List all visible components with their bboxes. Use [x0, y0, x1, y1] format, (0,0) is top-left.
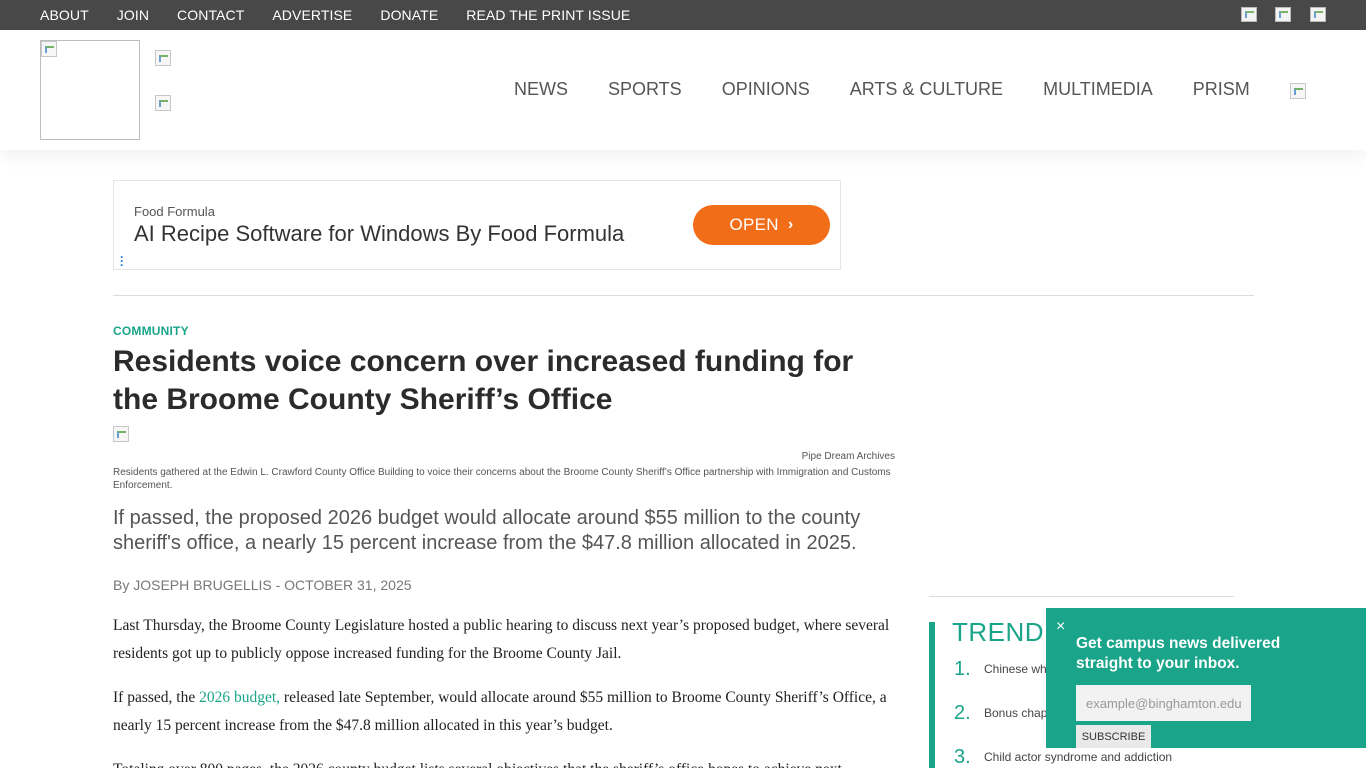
article-paragraph: Totaling over 800 pages, the 2026 county…	[113, 756, 903, 768]
trending-title[interactable]: Child actor syndrome and addiction	[984, 746, 1172, 768]
article-section-label[interactable]: COMMUNITY	[113, 324, 189, 338]
trending-number: 1.	[954, 658, 971, 680]
advertise-link[interactable]: ADVERTISE	[272, 7, 352, 23]
trending-item[interactable]: 3. Child actor syndrome and addiction	[954, 746, 1184, 768]
article-subheadline: If passed, the proposed 2026 budget woul…	[113, 507, 861, 554]
newsletter-popup: × Get campus news delivered straight to …	[1046, 608, 1366, 748]
search-icon[interactable]	[1290, 83, 1306, 99]
article-headline: Residents voice concern over increased f…	[113, 345, 854, 416]
sidebar-divider	[929, 596, 1234, 597]
ad-open-button[interactable]: OPEN ›	[693, 205, 830, 245]
contact-link[interactable]: CONTACT	[177, 7, 244, 23]
subscribe-button[interactable]: SUBSCRIBE	[1076, 725, 1151, 748]
nav-sports[interactable]: SPORTS	[608, 79, 682, 100]
email-field[interactable]	[1076, 685, 1251, 721]
advertisement-banner[interactable]: Food Formula AI Recipe Software for Wind…	[113, 180, 841, 271]
paragraph-text: If passed, the	[113, 689, 200, 706]
trending-number: 2.	[954, 702, 971, 724]
ad-headline[interactable]: AI Recipe Software for Windows By Food F…	[134, 221, 624, 247]
photo-caption: Residents gathered at the Edwin L. Crawf…	[113, 467, 891, 491]
join-link[interactable]: JOIN	[117, 7, 149, 23]
twitter-icon[interactable]	[1275, 7, 1291, 22]
budget-link[interactable]: 2026 budget,	[199, 689, 280, 706]
tagline-image-icon[interactable]	[155, 95, 171, 111]
ad-open-label: OPEN	[729, 215, 779, 234]
article-paragraph: Last Thursday, the Broome County Legisla…	[113, 617, 890, 662]
featured-image-icon[interactable]	[113, 426, 129, 442]
main-navigation: NEWS SPORTS OPINIONS ARTS & CULTURE MULT…	[514, 79, 1290, 100]
trending-accent-bar	[929, 622, 935, 768]
instagram-icon[interactable]	[1310, 7, 1326, 22]
site-header: NEWS SPORTS OPINIONS ARTS & CULTURE MULT…	[0, 30, 1366, 150]
nav-multimedia[interactable]: MULTIMEDIA	[1043, 79, 1153, 100]
trending-number: 3.	[954, 746, 971, 768]
top-utility-bar: ABOUT JOIN CONTACT ADVERTISE DONATE READ…	[0, 0, 1366, 30]
nav-prism[interactable]: PRISM	[1193, 79, 1250, 100]
article-byline: By JOSEPH BRUGELLIS - OCTOBER 31, 2025	[113, 577, 412, 593]
ad-options-icon[interactable]: · · ·	[120, 251, 124, 271]
print-issue-link[interactable]: READ THE PRINT ISSUE	[466, 7, 630, 23]
photo-credit: Pipe Dream Archives	[801, 451, 895, 462]
donate-link[interactable]: DONATE	[380, 7, 438, 23]
article-body: Last Thursday, the Broome County Legisla…	[113, 612, 903, 768]
logo-image-icon	[41, 41, 57, 57]
utility-links: ABOUT JOIN CONTACT ADVERTISE DONATE READ…	[40, 0, 658, 30]
nav-opinions[interactable]: OPINIONS	[722, 79, 810, 100]
section-divider	[113, 295, 1254, 296]
newsletter-title: Get campus news delivered straight to yo…	[1076, 635, 1281, 672]
ad-brand: Food Formula	[134, 204, 215, 219]
wordmark-image-icon[interactable]	[155, 50, 171, 66]
nav-arts-culture[interactable]: ARTS & CULTURE	[850, 79, 1003, 100]
nav-news[interactable]: NEWS	[514, 79, 568, 100]
about-link[interactable]: ABOUT	[40, 7, 89, 23]
site-logo[interactable]	[40, 40, 140, 140]
close-icon[interactable]: ×	[1056, 619, 1070, 635]
chevron-right-icon: ›	[787, 216, 794, 233]
article-paragraph: If passed, the 2026 budget, released lat…	[113, 684, 903, 740]
facebook-icon[interactable]	[1241, 7, 1257, 22]
